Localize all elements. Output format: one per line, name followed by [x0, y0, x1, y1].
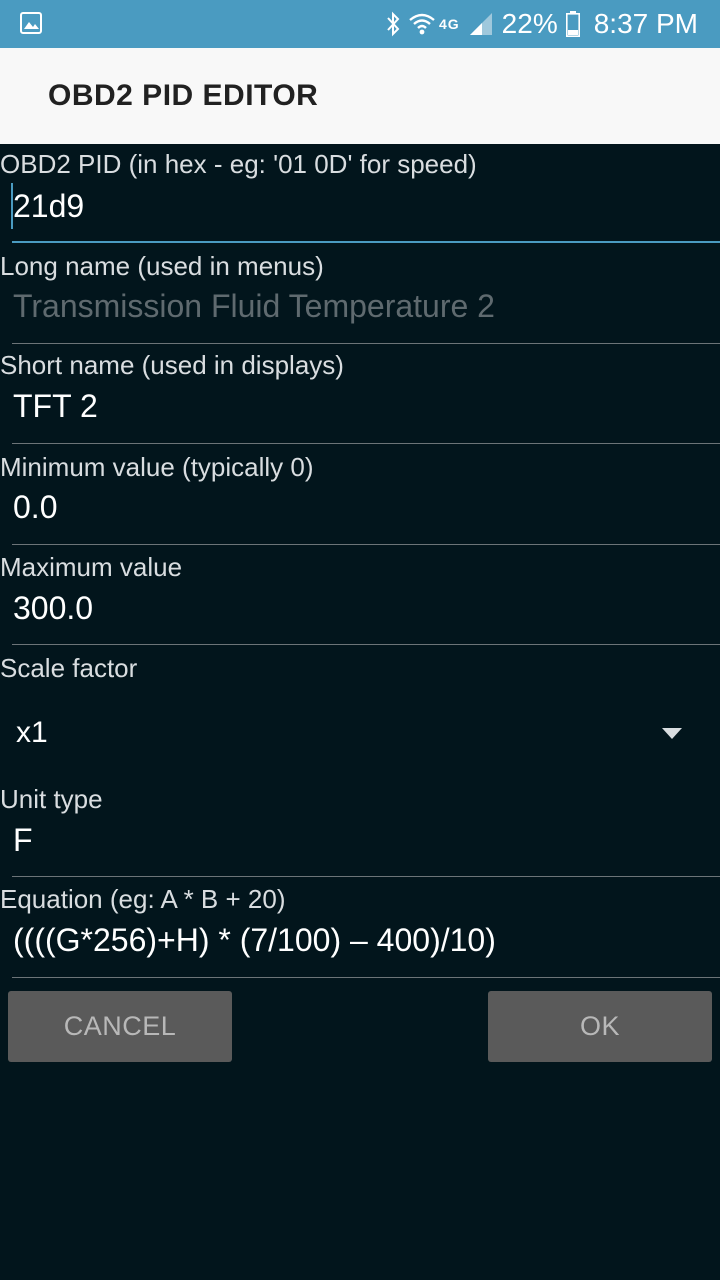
min-value-input[interactable]: 0.0 [13, 489, 57, 526]
scale-factor-selected: x1 [16, 716, 48, 749]
ok-button[interactable]: OK [488, 991, 712, 1062]
long-name-input[interactable]: Transmission Fluid Temperature 2 [13, 288, 495, 325]
bluetooth-icon [387, 11, 400, 37]
scale-factor-dropdown[interactable]: x1 [0, 696, 720, 772]
equation-label: Equation (eg: A * B + 20) [0, 884, 286, 914]
unit-type-label: Unit type [0, 784, 103, 814]
clock: 8:37 PM [593, 8, 698, 39]
app-bar: OBD2 PID EDITOR [0, 48, 720, 144]
dropdown-arrow-icon [662, 728, 682, 739]
equation-field[interactable]: Equation (eg: A * B + 20) ((((G*256)+H) … [0, 877, 720, 978]
scale-factor-field: Scale factor x1 [0, 646, 720, 776]
max-value-input[interactable]: 300.0 [13, 590, 93, 627]
max-value-field[interactable]: Maximum value 300.0 [0, 545, 720, 646]
cancel-button[interactable]: CANCEL [8, 991, 232, 1062]
network-type-label: 4G [438, 16, 460, 32]
pid-underline [12, 241, 720, 243]
wifi-icon [409, 13, 435, 35]
battery-icon [565, 11, 580, 37]
page-title: OBD2 PID EDITOR [48, 79, 319, 112]
scale-factor-label: Scale factor [0, 653, 138, 683]
long-name-field[interactable]: Long name (used in menus) Transmission F… [0, 244, 720, 344]
pid-label: OBD2 PID (in hex - eg: '01 0D' for speed… [0, 149, 477, 179]
short-name-label: Short name (used in displays) [0, 350, 344, 380]
status-icons: 4G 22% 8:37 PM [385, 0, 698, 48]
equation-input[interactable]: ((((G*256)+H) * (7/100) – 400)/10) [13, 922, 496, 959]
pid-field[interactable]: OBD2 PID (in hex - eg: '01 0D' for speed… [0, 144, 720, 244]
pid-input[interactable]: 21d9 [13, 188, 84, 225]
signal-icon [469, 13, 492, 35]
equation-underline [12, 977, 720, 978]
unit-type-field[interactable]: Unit type F [0, 776, 720, 877]
unit-type-input[interactable]: F [13, 822, 33, 859]
short-name-field[interactable]: Short name (used in displays) TFT 2 [0, 344, 720, 444]
long-name-label: Long name (used in menus) [0, 251, 324, 281]
min-value-label: Minimum value (typically 0) [0, 452, 314, 482]
max-value-label: Maximum value [0, 552, 183, 582]
status-bar: 4G 22% 8:37 PM [0, 0, 720, 48]
min-value-field[interactable]: Minimum value (typically 0) 0.0 [0, 444, 720, 545]
gallery-icon [20, 12, 42, 34]
short-name-input[interactable]: TFT 2 [13, 388, 98, 425]
max-value-underline [12, 644, 720, 645]
battery-percent: 22% [501, 8, 558, 39]
